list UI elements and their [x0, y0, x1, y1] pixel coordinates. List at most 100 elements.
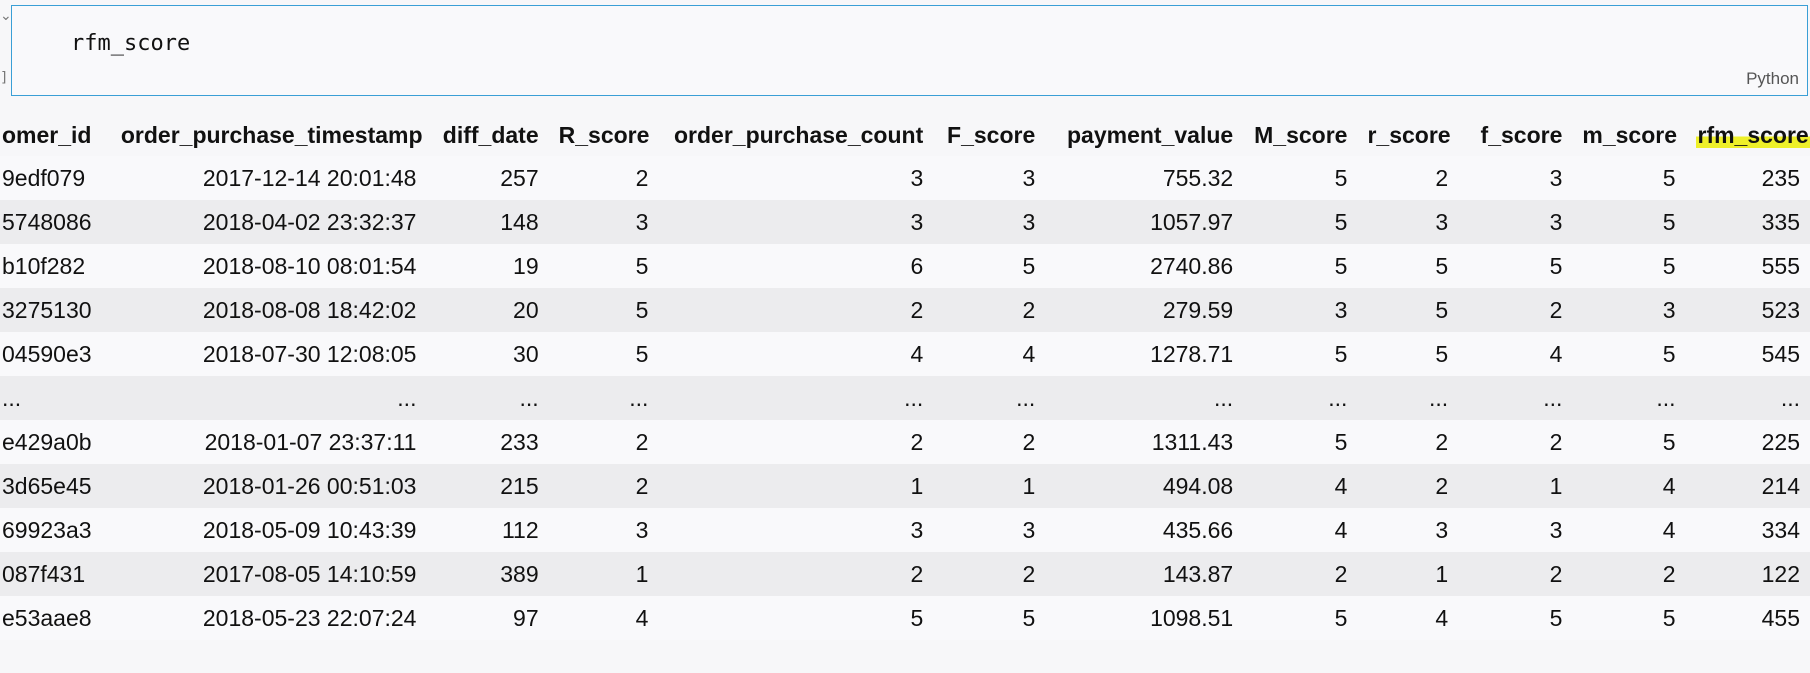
header-row: omer_id order_purchase_timestamp diff_date… — [0, 114, 1810, 156]
cell-m-score: 5 — [1662, 208, 1676, 235]
cell-rfm-score: 214 — [1761, 472, 1800, 499]
table-row: 69923a3 2018-05-09 10:43:39 112 3 3 3 435.66 4 3… — [0, 508, 1810, 552]
cell-r-score: 2 — [1435, 164, 1449, 191]
cell-payment-value: 435.66 — [1162, 516, 1234, 543]
cell-r-score: 3 — [635, 208, 649, 235]
cell-rfm-score: 235 — [1761, 164, 1800, 191]
cell-r-score: 2 — [1435, 472, 1449, 499]
column-header-order-purchase-timestamp: order_purchase_timestamp — [110, 114, 427, 156]
column-header-f-score: F_score — [933, 114, 1046, 156]
column-header-label: M_score — [1254, 121, 1348, 148]
cell-f-score: 3 — [1549, 164, 1563, 191]
cell-m-score: 5 — [1334, 164, 1348, 191]
cell-r-score: 1 — [1435, 560, 1449, 587]
cell-m-score: 5 — [1334, 208, 1348, 235]
cell-r-score: 5 — [1435, 252, 1449, 279]
code-line[interactable]: rfm_score — [71, 31, 190, 56]
cell-f-score: 4 — [1549, 340, 1563, 367]
column-header-label: R_score — [558, 121, 650, 148]
table-row: 3d65e45 2018-01-26 00:51:03 215 2 1 1 494.08 4 2… — [0, 464, 1810, 508]
cell-order-purchase-count: 1 — [910, 472, 924, 499]
table-header: omer_id order_purchase_timestamp diff_date… — [0, 114, 1810, 156]
cell-omer-id: e53aae8 — [2, 604, 92, 631]
cell-order-purchase-timestamp: 2018-05-09 10:43:39 — [202, 516, 417, 543]
cell-f-score: 2 — [1022, 560, 1036, 587]
cell-r-score: 3 — [1435, 208, 1449, 235]
cell-r-score: 1 — [635, 560, 649, 587]
cell-m-score: 3 — [1662, 296, 1676, 323]
cell-order-purchase-count: ... — [904, 384, 924, 411]
column-header-label: rfm_score — [1695, 121, 1810, 148]
cell-order-purchase-count: 6 — [910, 252, 924, 279]
column-header-label: f_score — [1480, 121, 1563, 148]
cell-rfm-score: 225 — [1761, 428, 1800, 455]
cell-diff-date: 257 — [500, 164, 539, 191]
cell-f-score: 3 — [1022, 164, 1036, 191]
cell-f-score: 3 — [1549, 208, 1563, 235]
cell-omer-id: ... — [2, 384, 22, 411]
cell-r-score: 5 — [635, 340, 649, 367]
cell-m-score: 5 — [1662, 428, 1676, 455]
cell-order-purchase-count: 2 — [910, 428, 924, 455]
cell-m-score: 5 — [1662, 252, 1676, 279]
cell-m-score: 5 — [1334, 252, 1348, 279]
cell-r-score: 4 — [1435, 604, 1449, 631]
cell-r-score: 4 — [635, 604, 649, 631]
cell-r-score: 2 — [635, 164, 649, 191]
cell-rfm-score: 122 — [1761, 560, 1800, 587]
cell-output: omer_id order_purchase_timestamp diff_date… — [0, 114, 1810, 673]
cell-f-score: 3 — [1022, 208, 1036, 235]
cell-order-purchase-timestamp: 2018-07-30 12:08:05 — [202, 340, 417, 367]
cell-r-score: 2 — [635, 428, 649, 455]
table-row: 5748086 2018-04-02 23:32:37 148 3 3 3 1057.97 5… — [0, 200, 1810, 244]
cell-order-purchase-count: 3 — [910, 164, 924, 191]
cell-order-purchase-timestamp: 2017-12-14 20:01:48 — [202, 164, 417, 191]
cell-r-score: 5 — [1435, 296, 1449, 323]
cell-payment-value: 1098.51 — [1150, 604, 1234, 631]
cell-m-score: 5 — [1334, 428, 1348, 455]
cell-diff-date: 148 — [500, 208, 539, 235]
cell-rfm-score: ... — [1780, 384, 1800, 411]
cell-omer-id: 9edf079 — [2, 164, 86, 191]
column-header-label: order_purchase_count — [674, 121, 924, 148]
cell-m-score: ... — [1328, 384, 1348, 411]
cell-diff-date: 20 — [513, 296, 539, 323]
cell-order-purchase-count: 2 — [910, 296, 924, 323]
cell-m-score: 5 — [1662, 164, 1676, 191]
cell-r-score: 5 — [635, 296, 649, 323]
cell-f-score: ... — [1016, 384, 1036, 411]
collapse-chevron-icon[interactable]: ⌄ — [0, 8, 12, 24]
cell-language-label[interactable]: Python — [1746, 69, 1799, 89]
code-cell-editor[interactable]: rfm_score Python — [11, 5, 1808, 96]
table-row: e53aae8 2018-05-23 22:07:24 97 4 5 5 1098.51 5 4… — [0, 596, 1810, 640]
cell-r-score: 2 — [1435, 428, 1449, 455]
cell-r-score: ... — [629, 384, 649, 411]
cell-rfm-score: 335 — [1761, 208, 1800, 235]
cell-omer-id: b10f282 — [2, 252, 86, 279]
cell-m-score: 4 — [1334, 472, 1348, 499]
execution-count-icon: ] — [0, 70, 9, 86]
cell-f-score: 2 — [1549, 296, 1563, 323]
cell-rfm-score: 545 — [1761, 340, 1800, 367]
cell-order-purchase-timestamp: 2018-01-26 00:51:03 — [202, 472, 417, 499]
cell-order-purchase-count: 4 — [910, 340, 924, 367]
cell-diff-date: 233 — [500, 428, 539, 455]
cell-omer-id: 3275130 — [2, 296, 92, 323]
cell-f-score: 2 — [1022, 428, 1036, 455]
cell-order-purchase-count: 3 — [910, 516, 924, 543]
cell-m-score: 2 — [1334, 560, 1348, 587]
cell-m-score: 4 — [1662, 472, 1676, 499]
cell-r-score: 3 — [1435, 516, 1449, 543]
cell-f-score: 1 — [1022, 472, 1036, 499]
cell-order-purchase-timestamp: 2018-01-07 23:37:11 — [204, 428, 417, 455]
cell-m-score: 5 — [1334, 604, 1348, 631]
cell-rfm-score: 455 — [1761, 604, 1800, 631]
cell-r-score: 5 — [1435, 340, 1449, 367]
cell-diff-date: ... — [519, 384, 539, 411]
cell-m-score: 5 — [1662, 604, 1676, 631]
column-header-rfm-score: rfm_score — [1685, 114, 1810, 156]
cell-order-purchase-count: 3 — [910, 208, 924, 235]
column-header-r-score: r_score — [1357, 114, 1459, 156]
cell-rfm-score: 523 — [1761, 296, 1800, 323]
cell-r-score: 3 — [635, 516, 649, 543]
